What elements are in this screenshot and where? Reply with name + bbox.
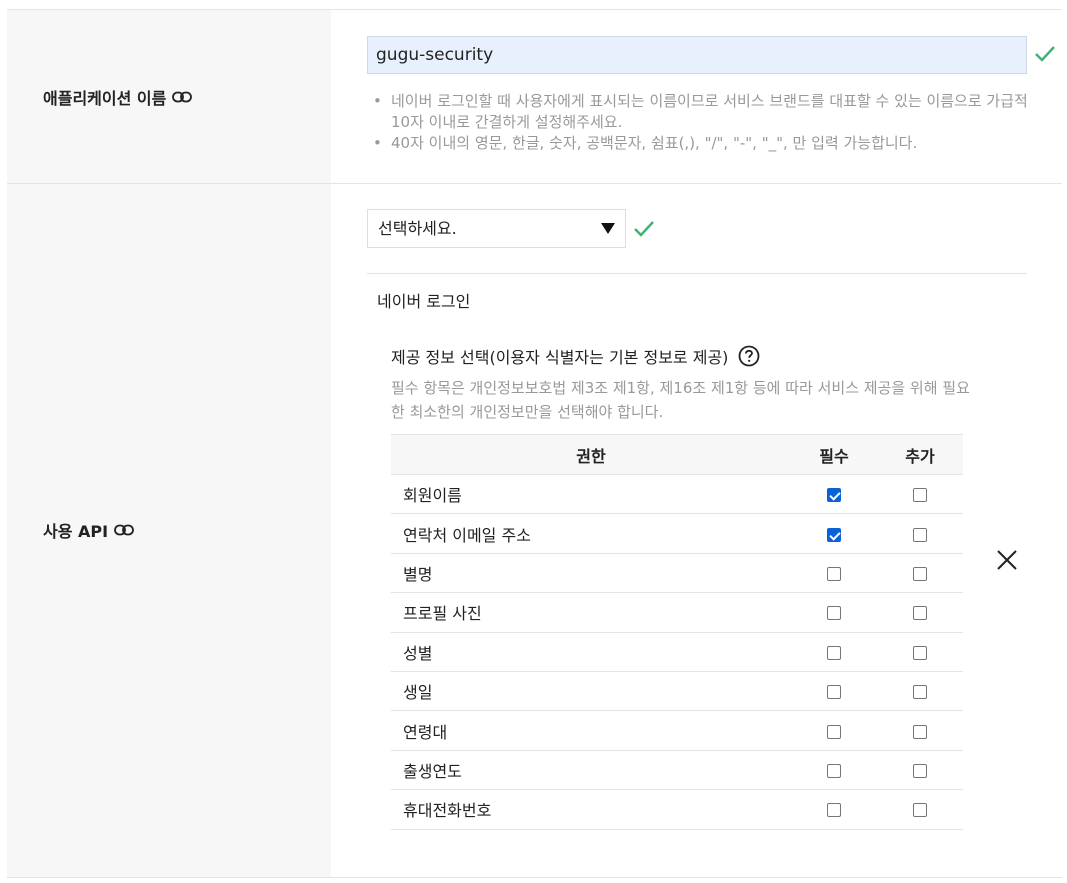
required-cell xyxy=(791,632,877,672)
permission-name: 회원이름 xyxy=(391,474,791,515)
additional-checkbox[interactable] xyxy=(913,527,927,542)
permission-name: 생일 xyxy=(391,671,791,712)
table-row: 출생연도 xyxy=(391,750,963,791)
additional-cell xyxy=(877,789,963,830)
required-cell xyxy=(791,710,877,751)
app-name-label: 애플리케이션 이름 xyxy=(43,85,193,109)
table-row: 회원이름 xyxy=(391,474,963,515)
link-icon[interactable] xyxy=(114,524,134,536)
provide-info-desc: 필수 항목은 개인정보보호법 제3조 제1항, 제16조 제1항 등에 따라 서… xyxy=(391,379,970,421)
hint-item: 네이버 로그인할 때 사용자에게 표시되는 이름이므로 서비스 브랜드를 대표할… xyxy=(371,91,1031,133)
required-checkbox[interactable] xyxy=(827,606,841,621)
table-row: 성별 xyxy=(391,632,963,672)
additional-checkbox[interactable] xyxy=(913,645,927,660)
additional-cell xyxy=(877,553,963,594)
valid-check-icon xyxy=(634,221,654,237)
required-checkbox[interactable] xyxy=(827,645,841,660)
additional-cell xyxy=(877,710,963,751)
permission-name: 연령대 xyxy=(391,710,791,751)
permission-name: 휴대전화번호 xyxy=(391,789,791,830)
api-select-value: 선택하세요. xyxy=(378,219,457,238)
required-checkbox[interactable] xyxy=(827,803,841,818)
provide-info-title-text: 제공 정보 선택(이용자 식별자는 기본 정보로 제공) xyxy=(391,348,729,367)
app-name-input[interactable]: gugu-security xyxy=(367,36,1027,74)
permission-name: 연락처 이메일 주소 xyxy=(391,513,791,554)
api-label-text: 사용 API xyxy=(43,522,109,541)
table-header-row: 권한 필수 추가 xyxy=(391,434,963,475)
required-checkbox[interactable] xyxy=(827,488,841,503)
bottom-divider xyxy=(7,877,1062,878)
additional-cell xyxy=(877,592,963,633)
header-permission: 권한 xyxy=(391,434,791,475)
close-icon[interactable] xyxy=(995,548,1019,572)
required-cell xyxy=(791,474,877,515)
additional-cell xyxy=(877,671,963,712)
permission-name: 출생연도 xyxy=(391,750,791,791)
required-cell xyxy=(791,592,877,633)
table-row: 생일 xyxy=(391,671,963,712)
table-row: 프로필 사진 xyxy=(391,592,963,633)
required-cell xyxy=(791,553,877,594)
permission-name: 프로필 사진 xyxy=(391,592,791,633)
table-row: 별명 xyxy=(391,553,963,594)
required-checkbox[interactable] xyxy=(827,724,841,739)
table-row: 휴대전화번호 xyxy=(391,789,963,830)
additional-checkbox[interactable] xyxy=(913,566,927,581)
required-checkbox[interactable] xyxy=(827,527,841,542)
table-row: 연락처 이메일 주소 xyxy=(391,513,963,554)
additional-checkbox[interactable] xyxy=(913,763,927,778)
caret-down-icon xyxy=(601,223,615,234)
required-checkbox[interactable] xyxy=(827,763,841,778)
additional-checkbox[interactable] xyxy=(913,488,927,503)
api-label: 사용 API xyxy=(43,518,134,542)
permission-name: 성별 xyxy=(391,632,791,672)
additional-cell xyxy=(877,513,963,554)
additional-cell xyxy=(877,750,963,791)
additional-checkbox[interactable] xyxy=(913,803,927,818)
required-checkbox[interactable] xyxy=(827,566,841,581)
provide-info-title: 제공 정보 선택(이용자 식별자는 기본 정보로 제공) xyxy=(391,344,760,368)
section-divider xyxy=(367,273,1027,274)
permission-table: 권한 필수 추가 회원이름 연락처 이메일 주소 별명 프로필 사진 성별 생일 연령대 출생… xyxy=(391,434,963,830)
api-select[interactable]: 선택하세요. xyxy=(367,209,626,248)
required-cell xyxy=(791,750,877,791)
link-icon[interactable] xyxy=(172,91,193,103)
valid-check-icon xyxy=(1035,46,1055,62)
additional-checkbox[interactable] xyxy=(913,606,927,621)
required-cell xyxy=(791,513,877,554)
hint-item: 40자 이내의 영문, 한글, 숫자, 공백문자, 쉼표(,), "/", "-… xyxy=(371,133,1031,154)
additional-checkbox[interactable] xyxy=(913,724,927,739)
required-checkbox[interactable] xyxy=(827,685,841,700)
additional-cell xyxy=(877,632,963,672)
header-additional: 추가 xyxy=(877,434,963,475)
table-row: 연령대 xyxy=(391,710,963,751)
app-name-hints: 네이버 로그인할 때 사용자에게 표시되는 이름이므로 서비스 브랜드를 대표할… xyxy=(371,91,1031,154)
permission-name: 별명 xyxy=(391,553,791,594)
app-name-label-text: 애플리케이션 이름 xyxy=(43,89,167,108)
additional-cell xyxy=(877,474,963,515)
help-icon[interactable] xyxy=(738,345,760,367)
required-cell xyxy=(791,789,877,830)
required-cell xyxy=(791,671,877,712)
naver-login-title: 네이버 로그인 xyxy=(377,292,471,311)
header-required: 필수 xyxy=(791,434,877,475)
additional-checkbox[interactable] xyxy=(913,685,927,700)
